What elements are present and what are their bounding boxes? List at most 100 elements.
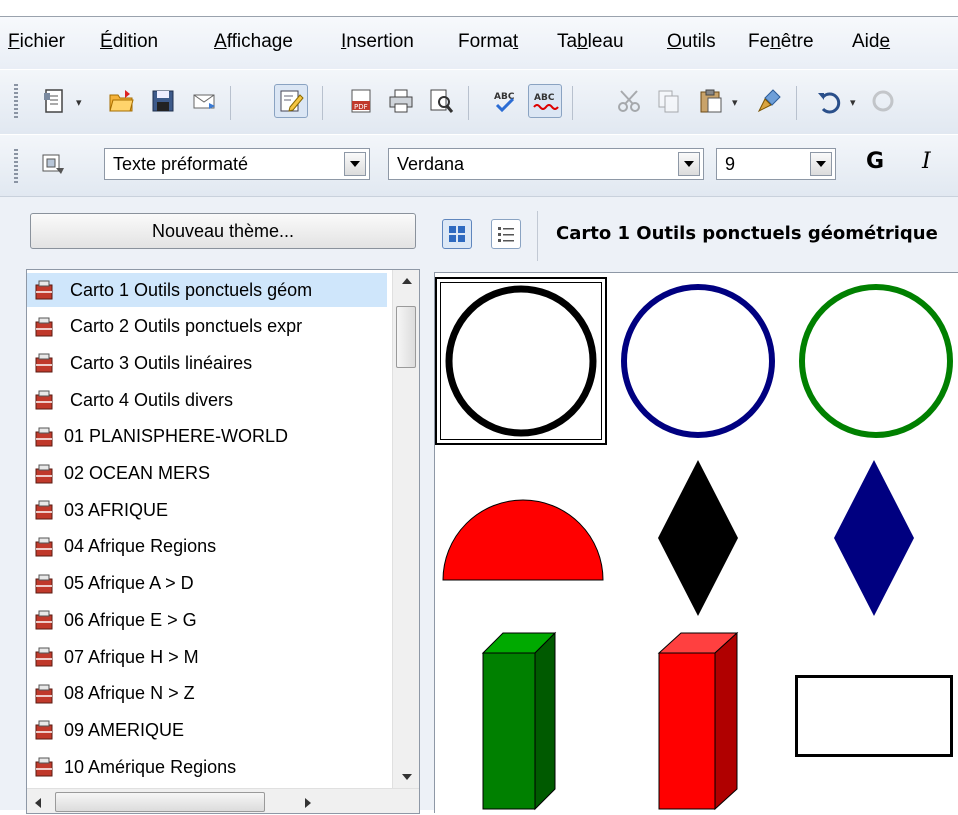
- chevron-down-icon[interactable]: [344, 152, 366, 176]
- scrollbar-thumb[interactable]: [396, 306, 416, 368]
- gallery-item-green-prism[interactable]: [479, 631, 559, 811]
- undo-icon[interactable]: [812, 84, 846, 118]
- gallery-theme-icon: [35, 720, 53, 740]
- scroll-left-icon[interactable]: [27, 789, 49, 813]
- theme-list-vertical-scrollbar[interactable]: [392, 270, 419, 788]
- gallery-item-green-circle[interactable]: [795, 279, 958, 443]
- toolbar-grip[interactable]: [14, 84, 18, 120]
- header-separator: [537, 211, 538, 261]
- copy-icon[interactable]: [652, 84, 686, 118]
- menu-format[interactable]: Format: [458, 31, 518, 53]
- theme-list-item[interactable]: 03 AFRIQUE: [27, 493, 387, 527]
- chevron-down-icon[interactable]: [810, 152, 832, 176]
- print-icon[interactable]: [384, 84, 418, 118]
- gallery-item-navy-circle[interactable]: [619, 279, 779, 443]
- italic-button[interactable]: I: [922, 149, 931, 174]
- new-document-icon[interactable]: [38, 84, 72, 118]
- font-size-value: 9: [725, 154, 736, 174]
- theme-list-item-label: 05 Afrique A > D: [64, 573, 194, 594]
- save-icon[interactable]: [146, 84, 180, 118]
- theme-list-item-label: 06 Afrique E > G: [64, 609, 197, 630]
- theme-list-item[interactable]: 04 Afrique Regions: [27, 530, 387, 564]
- styles-formatting-icon[interactable]: [36, 147, 70, 181]
- redo-icon[interactable]: [866, 84, 900, 118]
- gallery-theme-icon: [35, 317, 53, 337]
- gallery-item-black-circle[interactable]: [435, 277, 607, 445]
- theme-list-item[interactable]: 08 Afrique N > Z: [27, 677, 387, 711]
- theme-list-horizontal-scrollbar[interactable]: [27, 788, 419, 813]
- theme-list-item-label: 09 AMERIQUE: [64, 719, 185, 740]
- paragraph-style-combo[interactable]: Texte préformaté: [104, 148, 370, 180]
- spellcheck-icon[interactable]: ABC: [488, 84, 522, 118]
- gallery-item-red-semicircle[interactable]: [441, 498, 605, 583]
- font-size-combo[interactable]: 9: [716, 148, 836, 180]
- theme-list-item[interactable]: Carto 4 Outils divers: [27, 383, 387, 417]
- theme-list-item[interactable]: 09 AMERIQUE: [27, 713, 387, 747]
- gallery-theme-icon: [35, 427, 53, 447]
- menu-aide[interactable]: Aide: [852, 31, 890, 53]
- menu-fichier[interactable]: Fichier: [8, 31, 65, 53]
- menu-edition[interactable]: Édition: [100, 31, 158, 53]
- new-theme-button[interactable]: Nouveau thème...: [30, 213, 416, 249]
- undo-dropdown-arrow-icon[interactable]: ▾: [850, 96, 856, 109]
- chevron-down-icon[interactable]: [678, 152, 700, 176]
- toolbar-separator: [572, 86, 573, 120]
- cut-icon[interactable]: [612, 84, 646, 118]
- current-theme-title: Carto 1 Outils ponctuels géométrique: [556, 223, 938, 244]
- theme-list[interactable]: Carto 1 Outils ponctuels géom Carto 2 Out…: [26, 269, 420, 814]
- email-document-icon[interactable]: [188, 84, 222, 118]
- gallery-item-black-diamond[interactable]: [655, 458, 741, 618]
- scroll-up-icon[interactable]: [393, 270, 419, 292]
- open-folder-icon[interactable]: [104, 84, 138, 118]
- export-pdf-icon[interactable]: PDF: [344, 84, 378, 118]
- gallery-theme-icon: [35, 647, 53, 667]
- font-name-combo[interactable]: Verdana: [388, 148, 704, 180]
- gallery-theme-icon: [35, 537, 53, 557]
- scroll-down-icon[interactable]: [393, 766, 419, 788]
- gallery-panel: Nouveau thème... Carto 1 Outils ponctuel…: [0, 196, 958, 814]
- print-preview-icon[interactable]: [424, 84, 458, 118]
- window-top-strip: —: [0, 0, 958, 16]
- edit-mode-icon[interactable]: [274, 84, 308, 118]
- svg-text:ABC: ABC: [534, 93, 555, 103]
- gallery-theme-icon: [35, 574, 53, 594]
- menu-affichage[interactable]: Affichage: [214, 31, 293, 53]
- scrollbar-thumb[interactable]: [55, 792, 265, 812]
- gallery-item-rectangle[interactable]: [795, 675, 953, 757]
- paste-dropdown-arrow-icon[interactable]: ▾: [732, 96, 738, 109]
- gallery-theme-icon: [35, 280, 53, 300]
- grid-view-icon: [449, 226, 465, 242]
- theme-list-item[interactable]: 02 OCEAN MERS: [27, 457, 387, 491]
- theme-list-item-label: 07 Afrique H > M: [64, 646, 199, 667]
- theme-list-item[interactable]: Carto 2 Outils ponctuels expr: [27, 310, 387, 344]
- toolbar-separator: [322, 86, 323, 120]
- gallery-theme-icon: [35, 390, 53, 410]
- scroll-right-icon[interactable]: [297, 789, 319, 813]
- menu-outils[interactable]: Outils: [667, 31, 716, 53]
- new-dropdown-arrow-icon[interactable]: ▾: [76, 96, 82, 109]
- theme-list-item[interactable]: 06 Afrique E > G: [27, 603, 387, 637]
- gallery-item-red-prism[interactable]: [657, 631, 739, 811]
- gallery-item-navy-diamond[interactable]: [831, 458, 917, 618]
- theme-list-item[interactable]: 05 Afrique A > D: [27, 567, 387, 601]
- paste-icon[interactable]: [694, 84, 728, 118]
- theme-list-item[interactable]: Carto 3 Outils linéaires: [27, 346, 387, 380]
- gallery-items-panel: [434, 272, 958, 813]
- gallery-theme-icon: [35, 353, 53, 373]
- theme-list-item[interactable]: 07 Afrique H > M: [27, 640, 387, 674]
- gallery-theme-icon: [35, 610, 53, 630]
- clone-formatting-icon[interactable]: [752, 84, 786, 118]
- theme-list-item[interactable]: 10 Amérique Regions: [27, 750, 387, 784]
- toolbar-grip[interactable]: [14, 149, 18, 185]
- menu-tableau[interactable]: Tableau: [557, 31, 624, 53]
- theme-list-item[interactable]: Carto 1 Outils ponctuels géom: [27, 273, 387, 307]
- icon-view-button[interactable]: [442, 219, 472, 249]
- bold-button[interactable]: G: [866, 149, 884, 174]
- detail-view-button[interactable]: [491, 219, 521, 249]
- theme-list-item[interactable]: 01 PLANISPHERE-WORLD: [27, 420, 387, 454]
- menu-fenetre[interactable]: Fenêtre: [748, 31, 814, 53]
- standard-toolbar: ▾ PDF ABC ABC ▾ ▾: [0, 69, 958, 135]
- auto-spellcheck-icon[interactable]: ABC: [528, 84, 562, 118]
- toolbar-separator: [468, 86, 469, 120]
- menu-insertion[interactable]: Insertion: [341, 31, 414, 53]
